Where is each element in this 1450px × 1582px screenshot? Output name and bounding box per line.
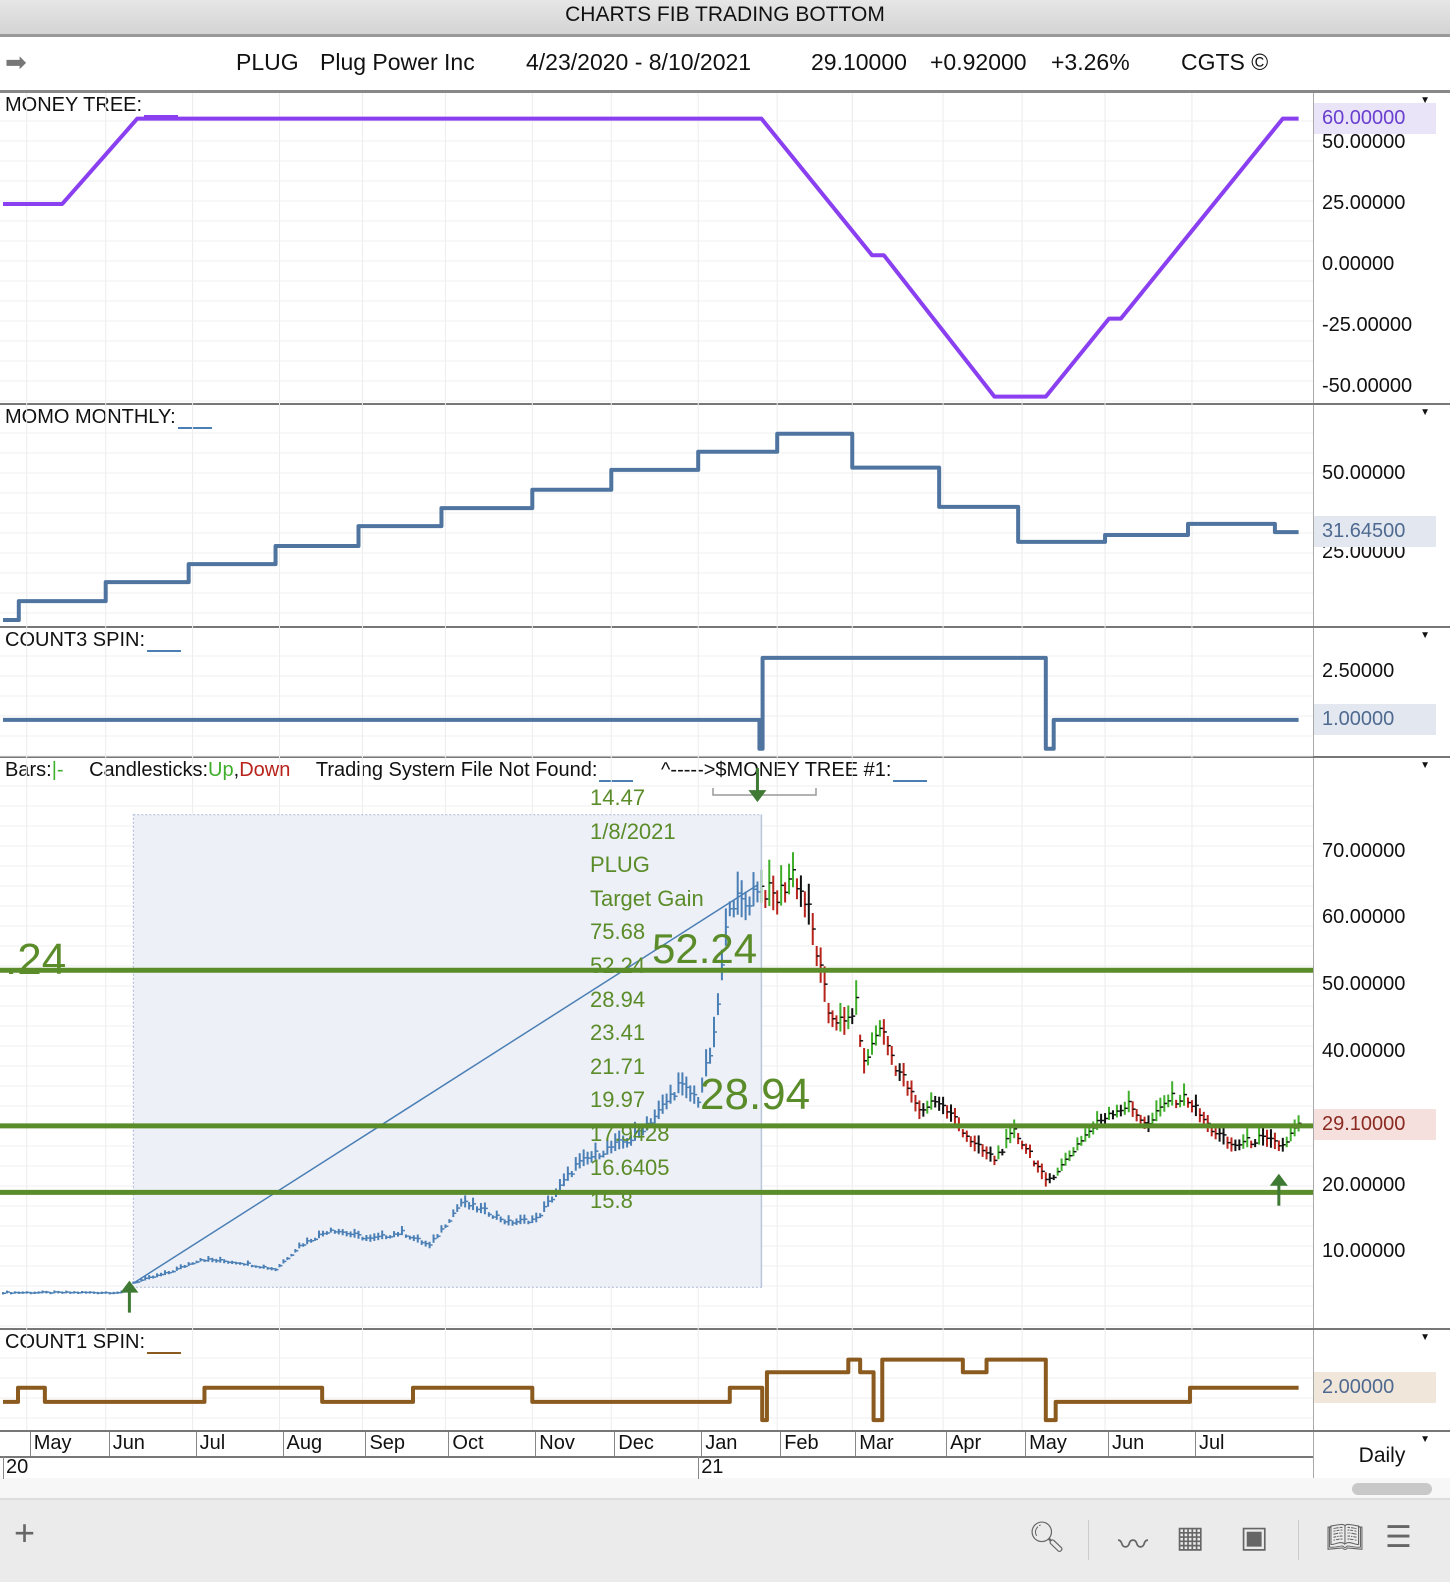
dropdown-icon[interactable]: ▼ — [1420, 1332, 1430, 1343]
axis-tick-label: 20.00000 — [1322, 1173, 1406, 1196]
scrollbar-thumb[interactable] — [1352, 1483, 1432, 1495]
month-label: Jul — [1194, 1432, 1225, 1456]
fib-label: 15.8 — [590, 1188, 633, 1214]
axis-tick-label: 25.00000 — [1322, 191, 1406, 214]
fib-label: 14.47 — [590, 785, 646, 810]
month-label: Dec — [614, 1432, 654, 1456]
fib-label: 28.94 — [590, 986, 646, 1012]
month-label: Feb — [780, 1432, 819, 1456]
last-value-label: 60.00000 — [1314, 102, 1436, 134]
month-label: May — [1025, 1432, 1067, 1456]
last-value-label: 1.00000 — [1314, 703, 1436, 735]
month-label: Jun — [108, 1432, 145, 1456]
chart-canvas[interactable] — [0, 0, 1313, 1582]
up-arrow-icon — [1269, 1173, 1288, 1186]
last-value-label: 29.10000 — [1314, 1108, 1436, 1140]
axis-tick-label: 70.00000 — [1322, 839, 1406, 862]
axis-tick-label: 60.00000 — [1322, 906, 1406, 929]
year-label: 21 — [698, 1456, 723, 1479]
series-line — [3, 1357, 1299, 1423]
last-value-label: 31.64500 — [1314, 515, 1436, 547]
dropdown-icon[interactable]: ▼ — [1420, 407, 1430, 418]
month-label: Nov — [535, 1432, 575, 1456]
axis-tick-label: 40.00000 — [1322, 1040, 1406, 1063]
fib-label: 17.9428 — [590, 1121, 670, 1146]
dropdown-icon: ▼ — [1420, 1434, 1430, 1445]
series-line — [3, 655, 1299, 751]
fib-label: 21.71 — [590, 1053, 646, 1079]
menu-icon[interactable]: ☰ — [1385, 1520, 1412, 1555]
month-label: Oct — [448, 1432, 484, 1456]
fib-label: 1/8/2021 — [590, 818, 676, 844]
axis-tick-label: 50.00000 — [1322, 461, 1406, 484]
fib-label: Target Gain — [590, 885, 704, 911]
period-selector[interactable]: Daily ▼ — [1313, 1432, 1450, 1480]
month-label: Sep — [365, 1432, 405, 1456]
fib-big-label: 28.94 — [700, 1070, 811, 1119]
axis-tick-label: 2.50000 — [1322, 659, 1395, 682]
series-line — [3, 116, 1299, 399]
book-icon[interactable]: 📖︎ — [1326, 1520, 1364, 1555]
axis-tick-label: 50.00000 — [1322, 131, 1406, 153]
axis-tick-label: 50.00000 — [1322, 973, 1406, 996]
month-label: Jan — [701, 1432, 737, 1456]
fib-label: 23.41 — [590, 1020, 646, 1046]
fib-label: 16.6405 — [590, 1154, 670, 1180]
last-value-label: 2.00000 — [1314, 1371, 1436, 1403]
dropdown-icon[interactable]: ▼ — [1420, 760, 1430, 771]
month-label: Jul — [195, 1432, 225, 1456]
fib-label: 75.68 — [590, 919, 646, 945]
year-label: 20 — [3, 1456, 28, 1479]
fib-label: 19.97 — [590, 1087, 646, 1113]
month-label: Jun — [1108, 1432, 1144, 1456]
fib-big-label: 52.24 — [652, 925, 758, 972]
month-label: Apr — [946, 1432, 981, 1456]
axis-tick-label: 10.00000 — [1322, 1240, 1406, 1263]
month-label: Mar — [855, 1432, 894, 1456]
series-line — [3, 431, 1299, 623]
month-label: May — [29, 1432, 71, 1456]
month-label: Aug — [282, 1432, 322, 1456]
fib-label: 52.24 — [590, 953, 646, 978]
dropdown-icon[interactable]: ▼ — [1420, 630, 1430, 641]
down-arrow-icon — [748, 790, 767, 803]
axis-tick-label: 0.00000 — [1322, 252, 1395, 275]
fib-label: PLUG — [590, 852, 650, 878]
axis-tick-label: -50.00000 — [1322, 374, 1413, 397]
axis-tick-label: -25.00000 — [1322, 313, 1413, 336]
fib-big-label: .24 — [5, 935, 67, 984]
